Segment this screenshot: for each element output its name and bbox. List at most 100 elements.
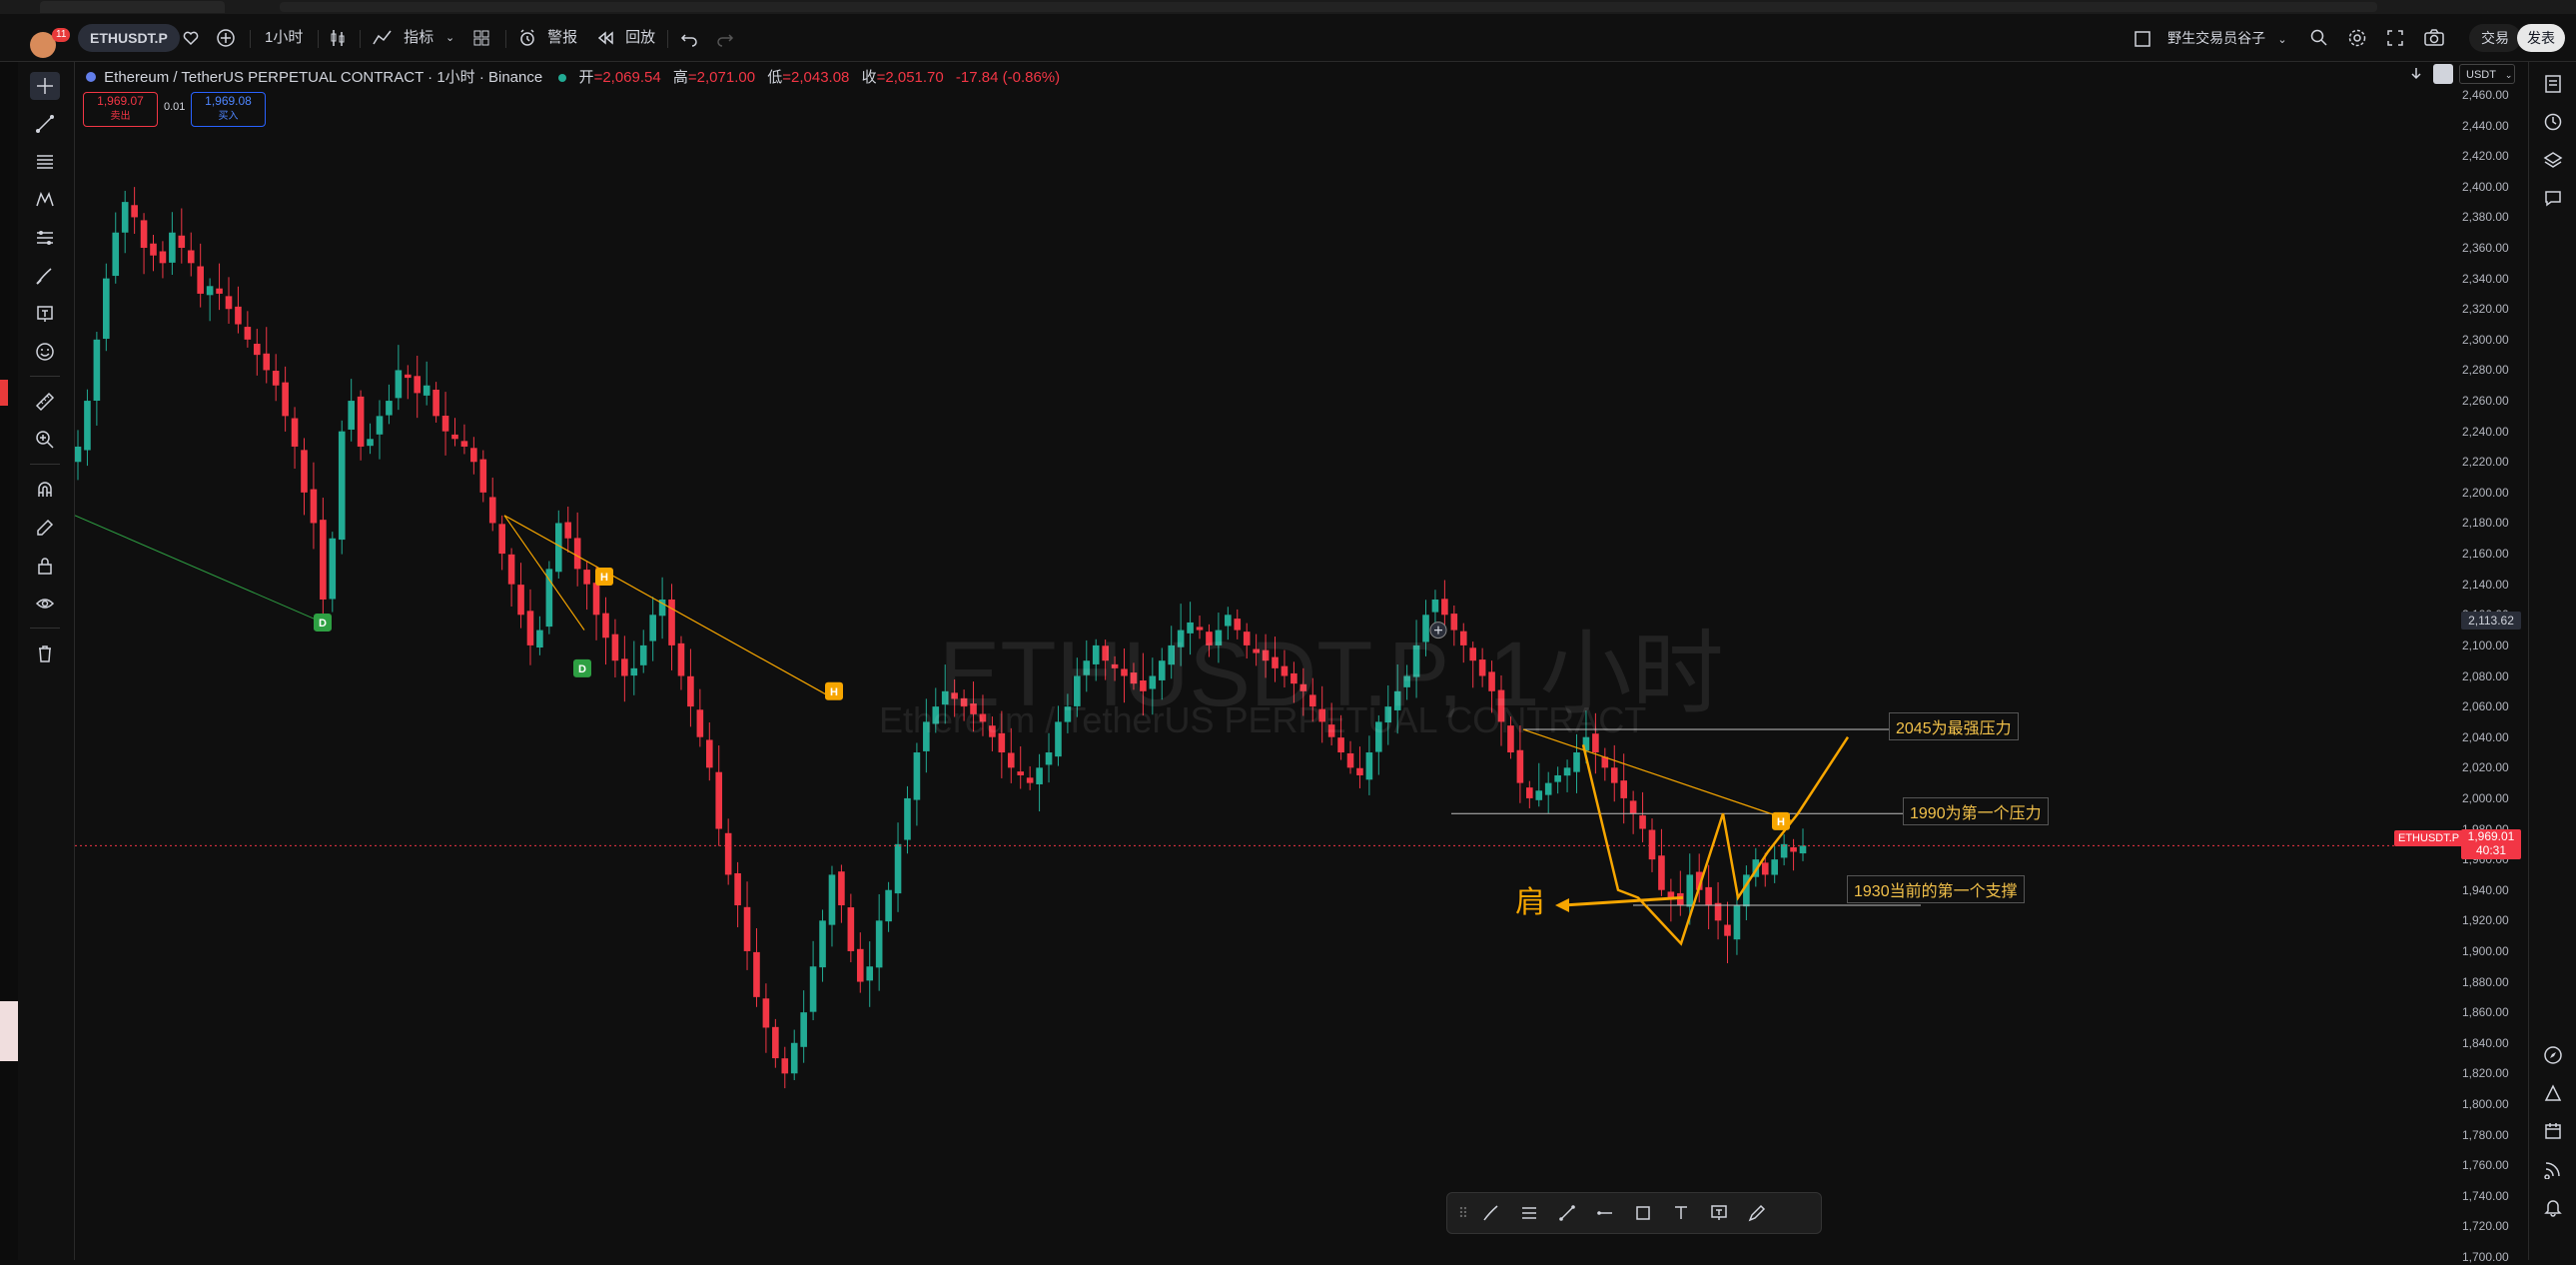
candle-body: [1026, 777, 1034, 783]
watchlist-icon[interactable]: [2539, 70, 2567, 98]
candle-body: [376, 416, 384, 435]
rectangle-icon[interactable]: [1631, 1201, 1655, 1225]
drag-handle-icon[interactable]: ⠿: [1451, 1201, 1475, 1225]
divider: [505, 30, 506, 48]
candle-type-icon[interactable]: [328, 24, 348, 52]
candle-body: [904, 797, 911, 840]
price-tick-label: 2,040.00: [2462, 729, 2509, 744]
chevron-down-icon: ⌄: [2504, 70, 2513, 80]
brush-icon[interactable]: [30, 262, 60, 290]
magnet-icon[interactable]: [30, 476, 60, 504]
browser-tab[interactable]: [40, 1, 225, 13]
candle-body: [395, 370, 403, 399]
settings-icon[interactable]: [2347, 24, 2367, 52]
heart-icon[interactable]: [182, 24, 200, 52]
ideas-icon[interactable]: [2539, 1079, 2567, 1107]
candle-body: [753, 951, 760, 997]
price-axis[interactable]: USDT ⌄ 2,460.00 2,440.00 2,420.00 2,400.00 2…: [2452, 62, 2528, 1264]
layout-icon[interactable]: [471, 24, 491, 52]
candle-body: [800, 1012, 807, 1047]
legend-open-label: 开: [578, 69, 594, 86]
candle-body: [1648, 829, 1656, 860]
trash-icon[interactable]: [30, 639, 60, 667]
brush-icon[interactable]: [1479, 1201, 1503, 1225]
pencil-lock-icon[interactable]: [30, 514, 60, 542]
redo-icon[interactable]: [715, 24, 735, 52]
indicators-button[interactable]: 指标: [372, 24, 433, 52]
compass-icon[interactable]: [2539, 1041, 2567, 1069]
top-toolbar: 11 ETHUSDT.P 1小时 指标 ⌄ 警报 回放 野生交易员谷子 ⌄ 交易…: [0, 14, 2576, 62]
clock-icon[interactable]: [2539, 108, 2567, 136]
price-tick-label: 2,380.00: [2462, 210, 2509, 225]
crosshair-icon[interactable]: [30, 72, 60, 100]
indicators-icon: [373, 30, 392, 45]
fib-retracement-icon[interactable]: [30, 148, 60, 176]
legend-high-label: 高: [672, 69, 688, 86]
annotation-support-first[interactable]: 1930当前的第一个支撑: [1847, 875, 2025, 903]
add-symbol-icon[interactable]: [216, 24, 236, 52]
candle-body: [1573, 752, 1580, 772]
candle-body: [178, 235, 186, 249]
browser-address-bar[interactable]: [280, 2, 2377, 12]
stream-icon[interactable]: [2539, 1155, 2567, 1183]
annotation-resistance-first[interactable]: 1990为第一个压力: [1903, 797, 2049, 825]
chat-icon[interactable]: [2539, 184, 2567, 212]
candle-body: [819, 920, 826, 968]
prediction-icon[interactable]: [30, 224, 60, 252]
chevron-down-icon[interactable]: ⌄: [445, 24, 454, 52]
candle-body: [329, 538, 337, 600]
symbol-price-tag: ETHUSDT.P: [2394, 830, 2464, 846]
eye-icon[interactable]: [30, 590, 60, 618]
candle-body: [386, 401, 393, 416]
zoom-in-icon[interactable]: [30, 426, 60, 454]
pen-icon[interactable]: [1745, 1201, 1769, 1225]
horizontal-ray-icon[interactable]: [1593, 1201, 1617, 1225]
auto-scale-icon[interactable]: [2433, 64, 2453, 84]
pattern-marker-label: D: [578, 663, 586, 675]
download-arrow-icon[interactable]: [2407, 65, 2425, 83]
price-tick-label: 1,940.00: [2462, 882, 2509, 897]
annotation-resistance-strong[interactable]: 2045为最强压力: [1889, 712, 2019, 740]
last-price: 1,969.01: [2467, 829, 2515, 843]
candle-body: [526, 611, 534, 645]
calendar-icon[interactable]: [2539, 1117, 2567, 1145]
trend-line-icon[interactable]: [30, 110, 60, 138]
trend-line-icon[interactable]: [1555, 1201, 1579, 1225]
buy-button[interactable]: 1,969.08 买入: [191, 92, 266, 127]
symbol-search-button[interactable]: ETHUSDT.P: [78, 24, 180, 52]
fib-retracement-icon[interactable]: [1517, 1201, 1541, 1225]
search-icon[interactable]: [2309, 24, 2329, 52]
candle-body: [451, 434, 458, 440]
undo-icon[interactable]: [679, 24, 699, 52]
lock-icon[interactable]: [30, 552, 60, 580]
layout-selector[interactable]: 野生交易员谷子 ⌄: [2134, 24, 2287, 52]
annotation-shoulder[interactable]: 肩: [1515, 877, 1545, 921]
candle-body: [790, 1042, 798, 1074]
replay-button[interactable]: 回放: [595, 24, 655, 52]
alert-button[interactable]: 警报: [517, 24, 577, 52]
note-icon[interactable]: [1707, 1201, 1731, 1225]
camera-icon[interactable]: [2423, 24, 2445, 52]
candle-body: [460, 441, 468, 447]
interval-button[interactable]: 1小时: [265, 24, 303, 52]
candle-body: [649, 615, 656, 641]
divider: [667, 30, 668, 48]
candle-body: [592, 583, 600, 616]
text-icon[interactable]: [1669, 1201, 1693, 1225]
pattern-icon[interactable]: [30, 186, 60, 214]
ruler-icon[interactable]: [30, 388, 60, 416]
currency-selector[interactable]: USDT ⌄: [2459, 64, 2515, 84]
sell-button[interactable]: 1,969.07 卖出: [83, 92, 158, 127]
trade-button[interactable]: 交易: [2469, 24, 2521, 52]
legend-title[interactable]: Ethereum / TetherUS PERPETUAL CONTRACT ·…: [104, 69, 542, 86]
publish-button[interactable]: 发表: [2517, 24, 2565, 52]
text-icon[interactable]: [30, 300, 60, 328]
arrow-head-icon: [1555, 898, 1569, 913]
emoji-icon[interactable]: [30, 338, 60, 366]
bell-icon[interactable]: [2539, 1193, 2567, 1221]
fullscreen-icon[interactable]: [2385, 24, 2405, 52]
layers-icon[interactable]: [2539, 146, 2567, 174]
price-tick-label: 1,700.00: [2462, 1250, 2509, 1264]
replay-label: 回放: [625, 29, 656, 46]
divider: [250, 30, 251, 48]
